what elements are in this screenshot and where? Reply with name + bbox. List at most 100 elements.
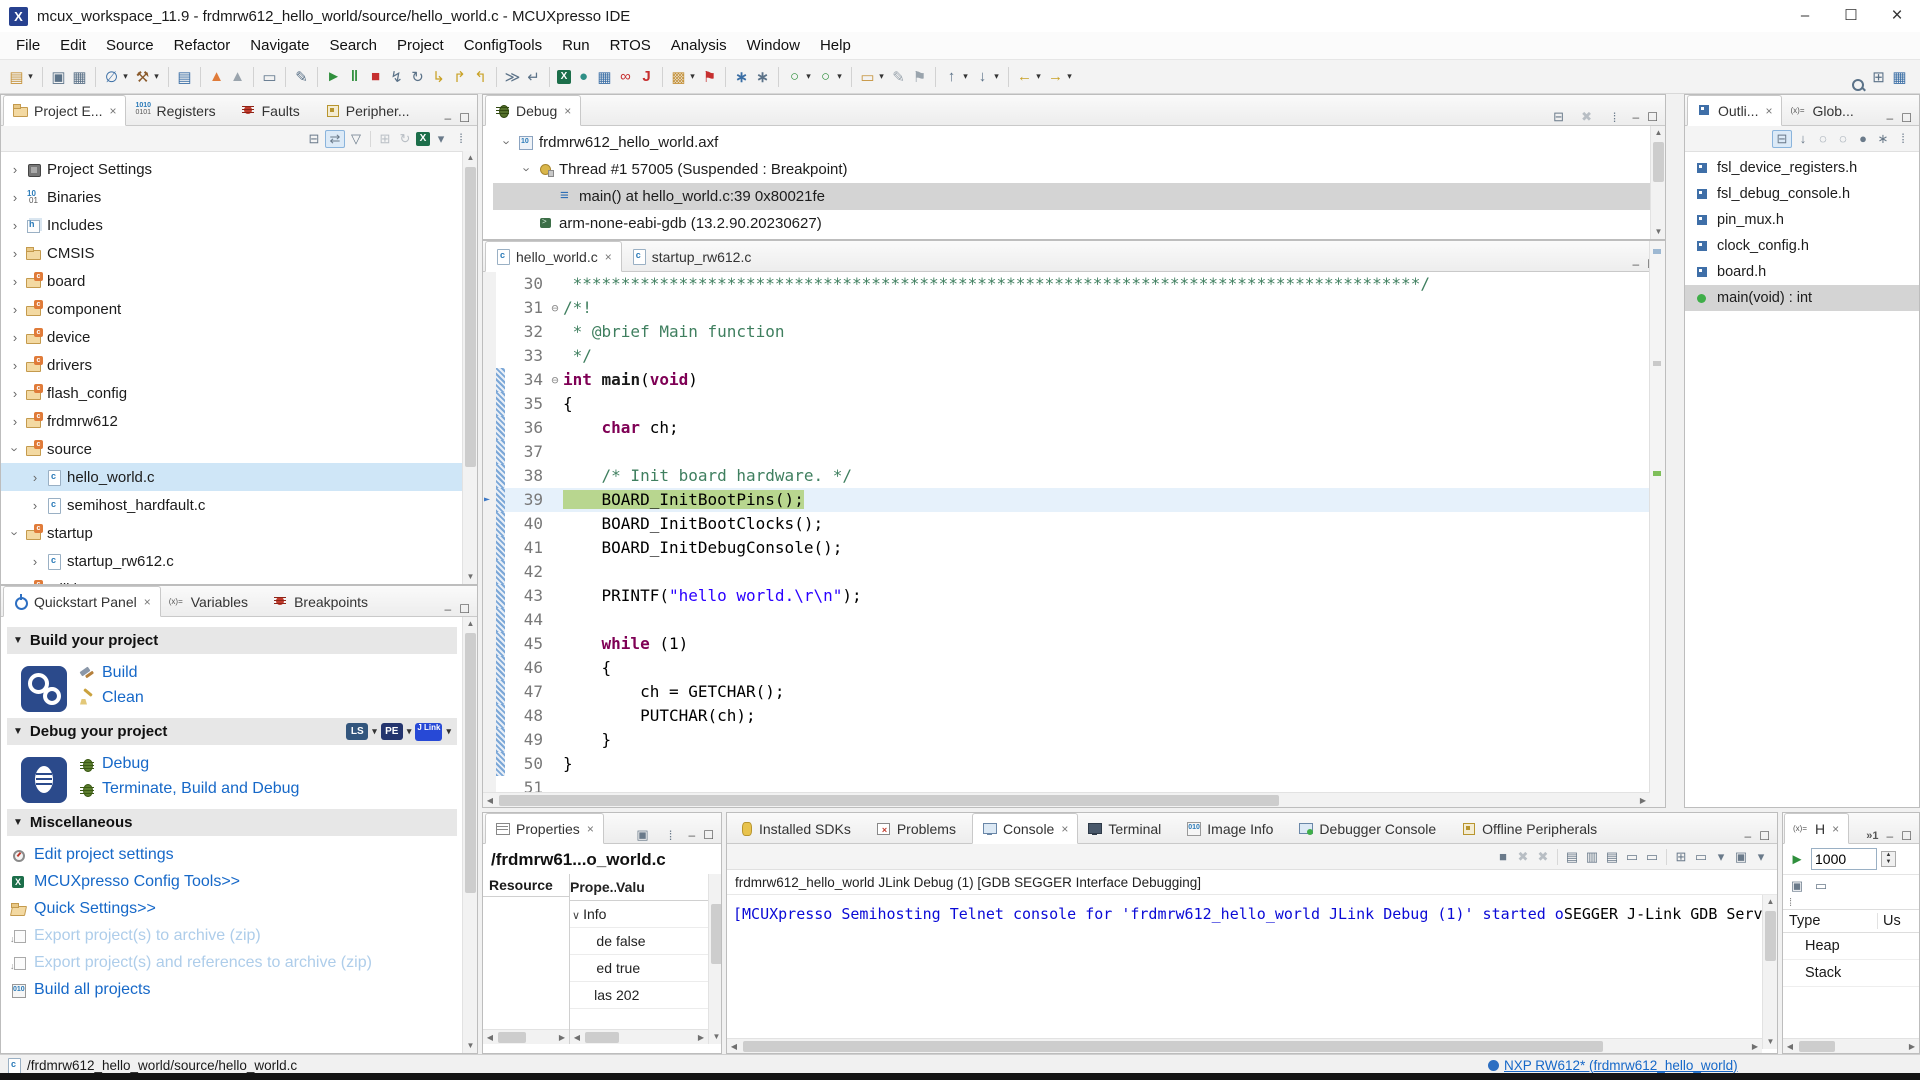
save-all-icon[interactable]: ▦ [71, 68, 88, 86]
tree-item-frdmrw612[interactable]: frdmrw612 [1, 407, 477, 435]
sort-icon[interactable]: ↓ [1794, 131, 1812, 146]
chevron-icon[interactable] [29, 470, 41, 485]
toolbar-icon[interactable] [1008, 67, 1009, 87]
property-row[interactable]: de false [570, 928, 721, 955]
config-caret-icon[interactable]: ▾ [432, 131, 450, 147]
tab-peripherals[interactable]: Peripher... [316, 96, 426, 125]
perspective-grid-icon[interactable]: ⊞ [1870, 68, 1887, 86]
drop-to-frame-icon[interactable]: ↵ [525, 68, 542, 86]
toolbar-icon[interactable] [253, 67, 254, 87]
minimize-view-icon[interactable]: – [445, 602, 452, 616]
property-row[interactable]: las 202 [570, 982, 721, 1009]
view-overflow-indicator[interactable]: »1 [1866, 830, 1878, 842]
collapse-all-icon[interactable]: ⊟ [1550, 109, 1568, 125]
close-tab-icon[interactable]: × [1832, 822, 1839, 836]
new-view-icon[interactable]: ▣ [1788, 878, 1806, 894]
heap-row-stack[interactable]: Stack [1783, 960, 1919, 987]
debug-config-icon[interactable]: ○ [817, 68, 834, 85]
next-dropdown-icon[interactable]: ▾ [961, 71, 970, 82]
tab-terminal[interactable]: Terminal [1078, 814, 1177, 843]
mark-occurrences-icon[interactable]: ⚑ [911, 68, 928, 86]
view-menu-icon[interactable]: ⁞ [1894, 131, 1912, 146]
chevron-icon[interactable] [9, 190, 21, 205]
menu-item[interactable]: Project [387, 37, 454, 54]
tab-problems[interactable]: Problems [867, 814, 972, 843]
maximize-button[interactable]: ☐ [1828, 0, 1874, 32]
chevron-icon[interactable] [9, 358, 21, 373]
close-tab-icon[interactable]: × [1765, 104, 1772, 118]
chevron-icon[interactable] [9, 330, 21, 345]
tab-outline[interactable]: Outli... × [1687, 95, 1782, 126]
link-export-archive[interactable]: Export project(s) to archive (zip) [11, 927, 457, 945]
next-annotation-icon[interactable]: ↑ [943, 68, 960, 85]
menu-item[interactable]: ConfigTools [454, 37, 552, 54]
link-quick-settings[interactable]: Quick Settings>> [11, 900, 457, 918]
menu-item[interactable]: Refactor [164, 37, 241, 54]
scroll-lock-icon[interactable]: ▥ [1583, 849, 1601, 865]
property-row[interactable]: ed true [570, 955, 721, 982]
link-with-editor-icon[interactable]: ⇄ [325, 130, 345, 148]
breakpoints-dropdown-icon[interactable]: ▾ [121, 71, 130, 82]
maximize-view-icon[interactable]: ☐ [459, 602, 470, 616]
link-clean[interactable]: Clean [79, 689, 144, 707]
toolbar-icon[interactable] [851, 67, 852, 87]
forward-icon[interactable]: → [1047, 68, 1064, 85]
heap-hscrollbar[interactable]: ◀▶ [1783, 1038, 1919, 1053]
tree-item-board[interactable]: board [1, 267, 477, 295]
refresh-icon[interactable]: ↻ [396, 131, 414, 147]
globe-icon[interactable]: ● [575, 68, 592, 85]
skip-all-breakpoints-icon[interactable]: ∅ [103, 68, 120, 86]
editor-hscrollbar[interactable]: ◀▶ [483, 792, 1650, 807]
quickstart-scrollbar[interactable]: ▲▼ [462, 617, 477, 1053]
close-tab-icon[interactable]: × [605, 250, 612, 264]
step-over-icon[interactable]: ↱ [451, 68, 468, 86]
section-build-your-project[interactable]: ▼ Build your project [7, 627, 457, 654]
debug-dropdown-icon[interactable]: ▾ [835, 71, 844, 82]
close-tab-icon[interactable]: × [109, 104, 116, 118]
editor-overview-ruler[interactable] [1649, 241, 1665, 807]
sdk-shell-icon[interactable]: ▭ [261, 68, 278, 86]
menu-item[interactable]: Edit [50, 37, 96, 54]
prev-dropdown-icon[interactable]: ▾ [992, 71, 1001, 82]
menu-item[interactable]: Analysis [661, 37, 737, 54]
collapse-all-icon[interactable]: ⊟ [305, 131, 323, 147]
maximize-view-icon[interactable]: ☐ [703, 828, 714, 842]
menu-item[interactable]: Window [737, 37, 810, 54]
view-menu-icon[interactable]: ⁞ [452, 131, 470, 146]
outline-item-fsl-device-registers[interactable]: fsl_device_registers.h [1685, 155, 1919, 181]
link-build[interactable]: Build [79, 664, 144, 682]
link-debug[interactable]: Debug [79, 755, 299, 773]
pemicro-caret-icon[interactable]: ▾ [407, 726, 412, 737]
tab-installed-sdks[interactable]: Installed SDKs [729, 814, 867, 843]
display-caret-icon[interactable]: ▾ [1712, 849, 1730, 865]
jlink-caret-icon[interactable]: ▾ [446, 726, 451, 737]
minimize-view-icon[interactable]: – [1633, 110, 1640, 124]
outline-item-board[interactable]: board.h [1685, 259, 1919, 285]
properties-hscrollbar[interactable]: ◀▶ [570, 1029, 708, 1044]
forward-dropdown-icon[interactable]: ▾ [1065, 71, 1074, 82]
console-hscrollbar[interactable]: ◀▶ [727, 1038, 1762, 1053]
console-output[interactable]: [MCUXpresso Semihosting Telnet console f… [727, 895, 1777, 1049]
word-wrap-icon[interactable]: ▤ [1603, 849, 1621, 865]
linkserver-caret-icon[interactable]: ▾ [372, 726, 377, 737]
tab-heap-stack-usage[interactable]: H × [1784, 813, 1849, 844]
link-export-refs-archive[interactable]: Export project(s) and references to arch… [11, 954, 457, 972]
linkserver-badge[interactable]: LS [346, 723, 368, 740]
close-button[interactable]: × [1874, 0, 1920, 32]
heap-col-type[interactable]: Type [1789, 913, 1878, 929]
open-console-icon[interactable]: ▣ [1732, 849, 1750, 865]
pemicro-badge[interactable]: PE [381, 723, 403, 740]
properties-vscrollbar[interactable]: ▼ [708, 874, 721, 1044]
new-properties-view-icon[interactable]: ▣ [634, 827, 652, 843]
chevron-icon[interactable] [9, 246, 21, 261]
show-stderr-icon[interactable]: ▭ [1643, 849, 1661, 865]
restart-icon[interactable]: ↻ [409, 68, 426, 86]
toolbar-icon[interactable] [95, 67, 96, 87]
link-edit-project-settings[interactable]: Edit project settings [11, 846, 457, 864]
tab-global-variables[interactable]: Glob... [1782, 96, 1869, 125]
run-config-icon[interactable]: ○ [786, 68, 803, 85]
quick-fix-icon[interactable]: ✎ [293, 68, 310, 86]
tab-debug[interactable]: Debug × [485, 95, 581, 126]
property-row[interactable]: Prope... Valu [570, 874, 721, 901]
close-tab-icon[interactable]: × [1061, 822, 1068, 836]
